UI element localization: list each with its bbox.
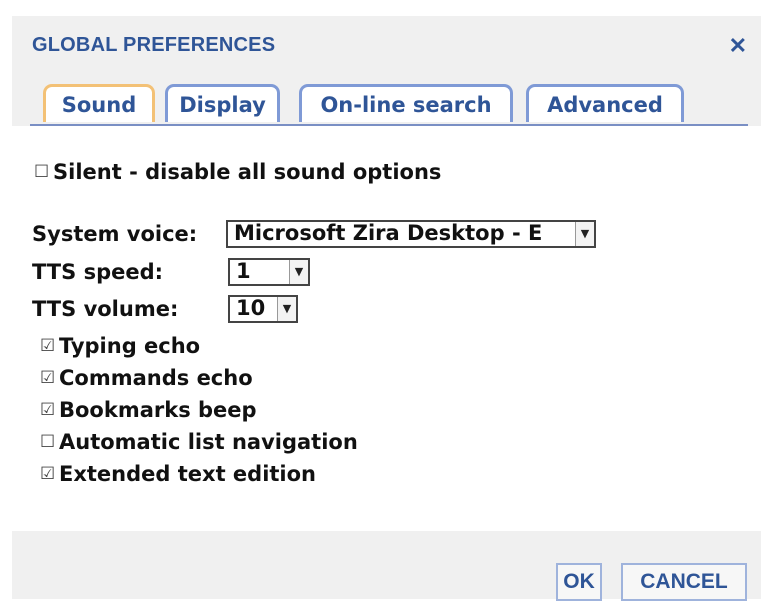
dialog-title: GLOBAL PREFERENCES (32, 34, 276, 56)
chevron-down-icon[interactable]: ▼ (289, 260, 308, 284)
tts-volume-label: TTS volume: (32, 297, 179, 321)
system-voice-select[interactable]: Microsoft Zira Desktop - E ▼ (226, 220, 596, 248)
commands-echo-checkbox[interactable]: ☑ (40, 368, 56, 388)
cancel-button[interactable]: CANCEL (621, 563, 747, 601)
option-commands-echo[interactable]: ☑ Commands echo (40, 366, 253, 390)
tab-bar: Sound Display On-line search Advanced (12, 78, 761, 127)
tts-volume-value: 10 (236, 296, 266, 320)
option-extended-text-edition[interactable]: ☑ Extended text edition (40, 462, 316, 486)
system-voice-value: Microsoft Zira Desktop - E (234, 221, 543, 245)
chevron-down-icon[interactable]: ▼ (277, 297, 296, 321)
preferences-dialog: GLOBAL PREFERENCES ✕ Sound Display On-li… (12, 16, 761, 601)
tab-online-search[interactable]: On-line search (299, 84, 513, 122)
extended-text-edition-checkbox[interactable]: ☑ (40, 464, 56, 484)
option-automatic-list-navigation[interactable]: ☐ Automatic list navigation (40, 430, 358, 454)
dialog-footer: OK CANCEL (12, 531, 761, 601)
typing-echo-label: Typing echo (59, 334, 201, 358)
automatic-list-navigation-label: Automatic list navigation (59, 430, 358, 454)
close-icon[interactable]: ✕ (729, 35, 747, 57)
option-bookmarks-beep[interactable]: ☑ Bookmarks beep (40, 398, 257, 422)
bookmarks-beep-label: Bookmarks beep (59, 398, 257, 422)
tts-volume-select[interactable]: 10 ▼ (228, 295, 298, 323)
tts-speed-label: TTS speed: (32, 260, 164, 284)
commands-echo-label: Commands echo (59, 366, 253, 390)
system-voice-label: System voice: (32, 222, 198, 246)
typing-echo-checkbox[interactable]: ☑ (40, 336, 56, 356)
silent-label: Silent - disable all sound options (53, 160, 442, 184)
automatic-list-navigation-checkbox[interactable]: ☐ (40, 432, 56, 452)
tab-advanced[interactable]: Advanced (526, 84, 684, 122)
bookmarks-beep-checkbox[interactable]: ☑ (40, 400, 56, 420)
tts-speed-select[interactable]: 1 ▼ (228, 258, 310, 286)
silent-checkbox[interactable]: ☐ (34, 162, 50, 182)
tab-sound[interactable]: Sound (43, 84, 155, 122)
ok-button[interactable]: OK (556, 563, 602, 601)
option-typing-echo[interactable]: ☑ Typing echo (40, 334, 200, 358)
tts-speed-value: 1 (236, 259, 251, 283)
tab-display[interactable]: Display (165, 84, 280, 122)
chevron-down-icon[interactable]: ▼ (575, 222, 594, 246)
sound-panel: ☐ Silent - disable all sound options Syst… (12, 126, 761, 531)
extended-text-edition-label: Extended text edition (59, 462, 317, 486)
silent-checkbox-row[interactable]: ☐ Silent - disable all sound options (34, 160, 441, 184)
